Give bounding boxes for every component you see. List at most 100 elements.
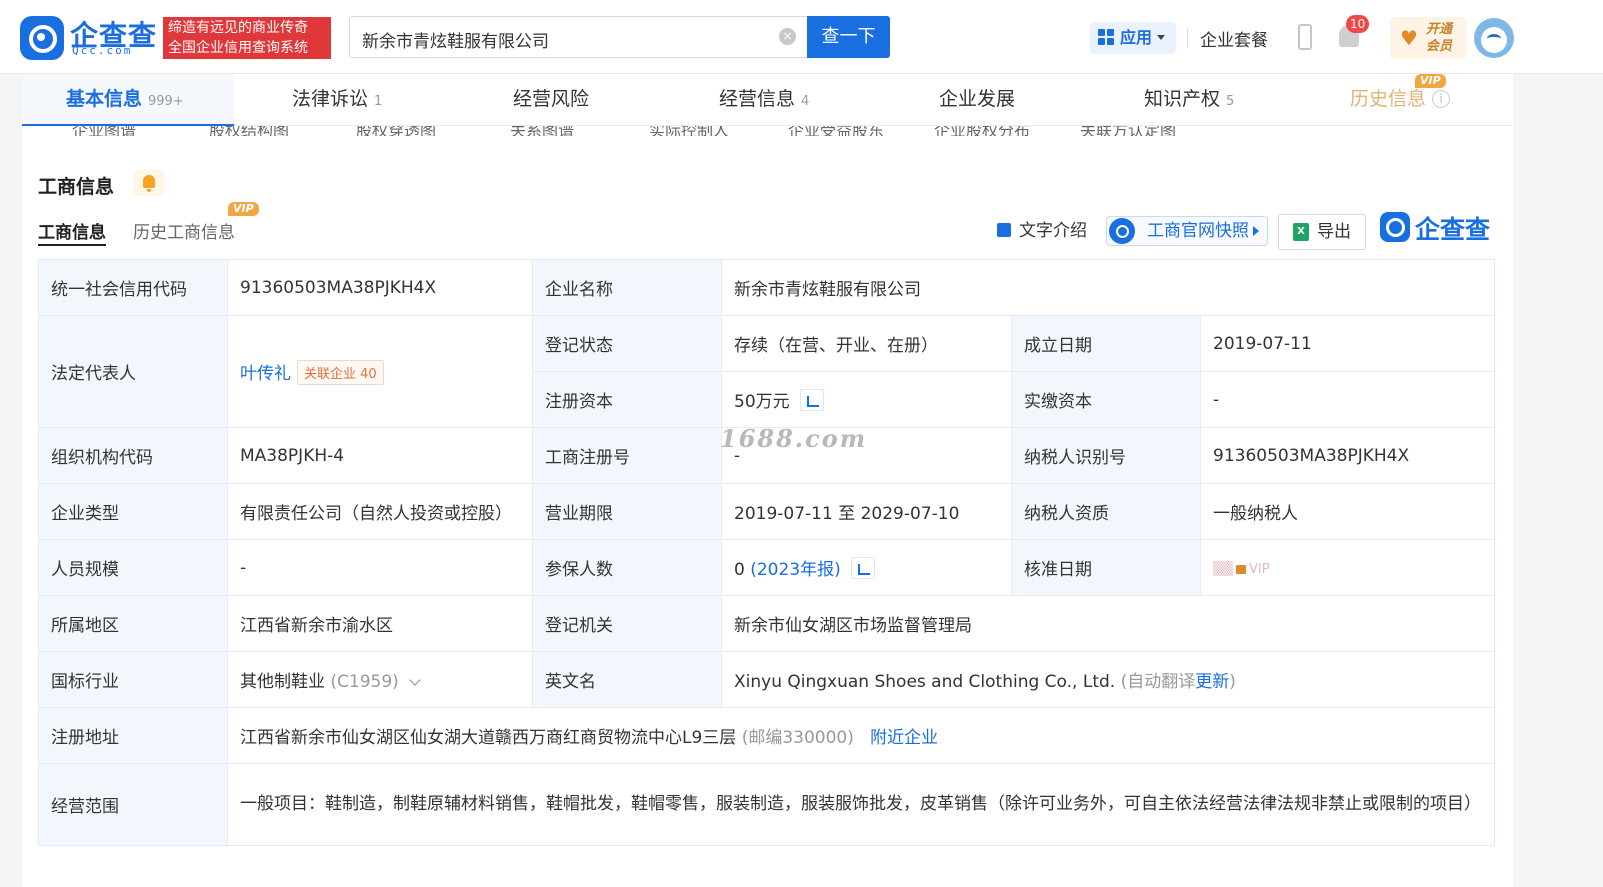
approval-date-locked[interactable]: ▒▒ VIP — [1213, 562, 1270, 577]
vip-locked-label: VIP — [1249, 561, 1270, 577]
subnav-item[interactable]: 股权结构图 — [209, 126, 289, 136]
subtab-underline — [38, 244, 106, 246]
reg-status-value: 存续（在营、开业、在册） — [721, 315, 1012, 372]
industry-label: 国标行业 — [38, 651, 228, 708]
translate-note-end: ) — [1229, 672, 1236, 692]
user-avatar[interactable] — [1474, 18, 1514, 58]
update-translation-link[interactable]: 更新 — [1195, 672, 1229, 692]
associated-companies-badge[interactable]: 关联企业 40 — [297, 359, 384, 385]
scope-value: 一般项目：鞋制造，制鞋原辅材料销售，鞋帽批发，鞋帽零售，服装制造，服装服饰批发，… — [226, 763, 1496, 846]
address-label: 注册地址 — [38, 707, 228, 764]
subnav-item[interactable]: 关系图谱 — [510, 126, 574, 136]
open-membership-button[interactable]: ♥ 开通 会员 — [1390, 17, 1466, 59]
clear-search-icon[interactable]: × — [779, 28, 796, 45]
tab-label: 基本信息 — [66, 88, 143, 110]
nearby-companies-link[interactable]: 附近企业 — [870, 728, 938, 748]
table-row: 国标行业 其他制鞋业 (C1959) 英文名 Xinyu Qingxuan Sh… — [38, 651, 1496, 708]
table-row: 注册地址 江西省新余市仙女湖区仙女湖大道赣西万商红商贸物流中心L9三层 (邮编3… — [38, 707, 1496, 764]
paid-capital-value: - — [1199, 371, 1496, 428]
tab-label: 知识产权 — [1144, 88, 1221, 110]
main-tabs: 基本信息 999+ 法律诉讼 1 经营风险 经营信息 4 企业发展 知识产权 5 历史信… — [22, 74, 1513, 126]
staff-size-label: 人员规模 — [38, 539, 228, 596]
assoc-count: 40 — [360, 366, 377, 382]
apps-grid-icon — [1098, 29, 1114, 45]
reg-status-label: 登记状态 — [532, 315, 722, 372]
business-info-table: 统一社会信用代码 91360503MA38PJKH4X 企业名称 新余市青炫鞋服… — [38, 259, 1496, 846]
org-code-label: 组织机构代码 — [38, 427, 228, 484]
search-input[interactable]: 新余市青炫鞋服有限公司 — [349, 16, 807, 58]
taxpayer-id-label: 纳税人识别号 — [1011, 427, 1201, 484]
company-detail-card: 基本信息 999+ 法律诉讼 1 经营风险 经营信息 4 企业发展 知识产权 5 历史信… — [22, 74, 1513, 887]
reg-capital-cell: 50万元 — [721, 371, 1012, 428]
qcc-logo-icon[interactable] — [20, 16, 64, 60]
approval-date-cell[interactable]: ▒▒ VIP — [1199, 539, 1496, 596]
export-button[interactable]: X 导出 — [1278, 214, 1366, 250]
table-row: 经营范围 一般项目：鞋制造，制鞋原辅材料销售，鞋帽批发，鞋帽零售，服装制造，服装… — [38, 763, 1496, 846]
tab-legal[interactable]: 法律诉讼 1 — [292, 74, 382, 126]
subtab-business-info[interactable]: 工商信息 — [38, 218, 106, 243]
tab-development[interactable]: 企业发展 — [939, 74, 1015, 126]
approval-date-label: 核准日期 — [1011, 539, 1201, 596]
address-value: 江西省新余市仙女湖区仙女湖大道赣西万商红商贸物流中心L9三层 — [240, 728, 737, 748]
biz-term-value: 2019-07-11 至 2029-07-10 — [721, 483, 1012, 540]
table-row: 法定代表人 叶传礼 关联企业 40 登记状态 存续（在营、开业、在册） 成立日期 … — [38, 315, 1496, 428]
qcc-logo-icon — [1380, 212, 1410, 242]
insured-cell: 0 (2023年报) — [721, 539, 1012, 596]
watermark: 1688.com — [720, 424, 868, 453]
apps-menu-button[interactable]: 应用 — [1090, 22, 1176, 54]
subnav-item[interactable]: 企业股权分布 — [934, 126, 1030, 136]
tab-ip[interactable]: 知识产权 5 — [1144, 74, 1234, 126]
text-intro-button[interactable]: 文字介绍 — [997, 214, 1087, 248]
chevron-down-icon[interactable] — [409, 674, 421, 686]
region-label: 所属地区 — [38, 595, 228, 652]
subnav-item[interactable]: 企业图谱 — [72, 126, 136, 136]
assoc-label: 关联企业 — [304, 366, 357, 382]
lock-icon — [1236, 564, 1246, 574]
reg-authority-label: 登记机关 — [532, 595, 722, 652]
snapshot-label: 工商官网快照 — [1147, 221, 1249, 241]
tab-count: 4 — [801, 94, 810, 109]
subnav-item[interactable]: 股权穿透图 — [356, 126, 436, 136]
section-title: 工商信息 — [38, 176, 115, 198]
est-date-label: 成立日期 — [1011, 315, 1201, 372]
industry-code: (C1959) — [330, 672, 399, 692]
subnav-item[interactable]: 关联方认定图 — [1080, 126, 1176, 136]
credit-code-value: 91360503MA38PJKH4X — [227, 259, 533, 316]
legal-rep-link[interactable]: 叶传礼 — [240, 364, 291, 384]
paid-capital-label: 实缴资本 — [1011, 371, 1201, 428]
tab-label: 企业发展 — [939, 88, 1016, 110]
tab-count: 1 — [374, 94, 383, 109]
reg-capital-label: 注册资本 — [532, 371, 722, 428]
official-snapshot-button[interactable]: 工商官网快照 — [1106, 216, 1268, 246]
subnav-item[interactable]: 企业受益股东 — [788, 126, 884, 136]
trend-chart-icon[interactable] — [850, 557, 875, 579]
subtab-history-business[interactable]: 历史工商信息 — [133, 218, 235, 243]
staff-size-value: - — [227, 539, 533, 596]
logo-subtext: Qcc.com — [72, 44, 133, 57]
chevron-down-icon — [1157, 35, 1166, 40]
annual-report-link[interactable]: (2023年报) — [750, 560, 841, 580]
brand-text: 企查查 — [1415, 215, 1491, 244]
trend-chart-icon[interactable] — [799, 389, 824, 411]
taxpayer-id-value: 91360503MA38PJKH4X — [1199, 427, 1496, 484]
org-code-value: MA38PJKH-4 — [227, 427, 533, 484]
enterprise-package-link[interactable]: 企业套餐 — [1200, 26, 1268, 51]
header-divider — [1187, 28, 1188, 48]
search-button[interactable]: 查一下 — [807, 16, 890, 58]
monitor-bell-icon[interactable] — [134, 170, 164, 196]
mobile-phone-icon[interactable] — [1298, 24, 1312, 50]
subnav-item[interactable]: 实际控制人 — [649, 126, 729, 136]
english-name-label: 英文名 — [532, 651, 722, 708]
top-bar: 企查查 Qcc.com 缔造有远见的商业传奇 全国企业信用查询系统 新余市青炫鞋… — [0, 0, 1603, 74]
tab-business-risk[interactable]: 经营风险 — [513, 74, 589, 126]
scope-label: 经营范围 — [38, 763, 228, 846]
tab-label: 法律诉讼 — [292, 88, 369, 110]
document-icon — [997, 223, 1011, 237]
tab-operation-info[interactable]: 经营信息 4 — [719, 74, 809, 126]
industry-cell[interactable]: 其他制鞋业 (C1959) — [227, 651, 533, 708]
english-name-cell: Xinyu Qingxuan Shoes and Clothing Co., L… — [720, 651, 1496, 708]
tab-label: 经营信息 — [719, 88, 796, 110]
text-intro-label: 文字介绍 — [1019, 221, 1087, 241]
info-icon[interactable]: i — [1432, 90, 1451, 108]
tab-basic-info[interactable]: 基本信息 999+ — [22, 74, 234, 126]
